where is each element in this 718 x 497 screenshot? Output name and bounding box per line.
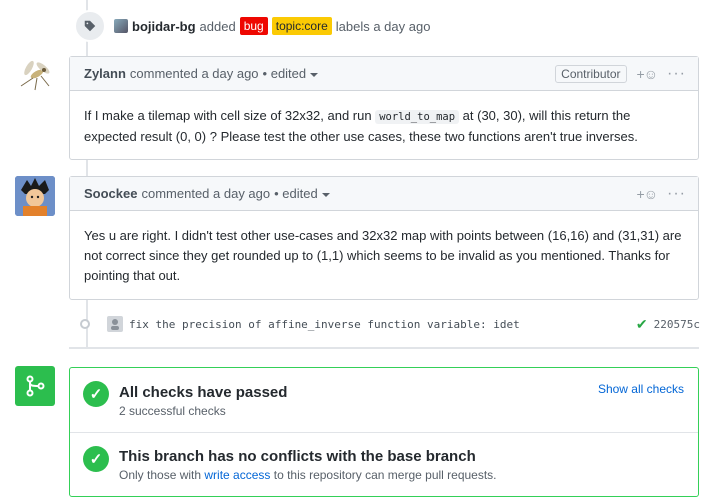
caret-down-icon — [310, 72, 319, 77]
commit-message-link[interactable]: fix the precision of affine_inverse func… — [129, 318, 520, 331]
comment-header: Soockee commented a day ago • edited +☺ … — [70, 177, 698, 211]
comment-zylann: Zylann commented a day ago • edited Cont… — [69, 56, 699, 160]
edited-dropdown[interactable]: • edited — [263, 66, 319, 81]
check-circle-icon: ✓ — [83, 446, 109, 472]
merge-status-box: ✓ All checks have passed 2 successful ch… — [69, 367, 699, 497]
edited-dropdown[interactable]: • edited — [274, 186, 330, 201]
more-options-icon[interactable]: ··· — [667, 185, 686, 203]
checks-subtitle: 2 successful checks — [119, 404, 226, 418]
conflicts-section: ✓ This branch has no conflicts with the … — [70, 433, 698, 493]
label-topic-core[interactable]: topic:core — [271, 17, 332, 35]
check-circle-icon: ✓ — [83, 381, 109, 407]
label-bug[interactable]: bug — [239, 17, 268, 35]
tag-icon — [74, 10, 106, 42]
event-user-link[interactable]: bojidar-bg — [132, 19, 196, 34]
add-reaction-icon[interactable]: +☺ — [637, 186, 659, 202]
conflicts-subtitle: Only those with write access to this rep… — [119, 468, 497, 482]
contributor-badge: Contributor — [555, 64, 627, 83]
avatar[interactable] — [15, 176, 55, 216]
check-icon[interactable]: ✔ — [636, 316, 648, 333]
commit-node-icon — [80, 319, 90, 329]
write-access-link[interactable]: write access — [204, 468, 270, 482]
comment-author[interactable]: Zylann — [84, 66, 126, 81]
show-all-checks-link[interactable]: Show all checks — [598, 382, 684, 396]
comment-header: Zylann commented a day ago • edited Cont… — [70, 57, 698, 91]
more-options-icon[interactable]: ··· — [667, 65, 686, 83]
comment-body: If I make a tilemap with cell size of 32… — [84, 108, 638, 144]
divider — [69, 347, 699, 349]
label-event: bojidar-bg added bug topic:core labels a… — [74, 10, 431, 42]
event-time: labels a day ago — [335, 18, 431, 34]
checks-title: All checks have passed — [119, 384, 288, 401]
git-merge-icon — [15, 366, 55, 406]
commit-row: fix the precision of affine_inverse func… — [80, 313, 700, 335]
inline-code: world_to_map — [375, 110, 460, 124]
event-action: added — [199, 18, 236, 34]
conflicts-title: This branch has no conflicts with the ba… — [119, 448, 476, 465]
avatar[interactable] — [15, 56, 55, 96]
avatar[interactable] — [114, 19, 128, 33]
comment-time[interactable]: commented a day ago — [130, 66, 259, 81]
comment-soockee: Soockee commented a day ago • edited +☺ … — [69, 176, 699, 300]
commit-sha-link[interactable]: 220575c — [654, 318, 700, 331]
avatar[interactable] — [107, 316, 123, 332]
checks-section: ✓ All checks have passed 2 successful ch… — [70, 368, 698, 430]
comment-time[interactable]: commented a day ago — [141, 186, 270, 201]
comment-author[interactable]: Soockee — [84, 186, 137, 201]
add-reaction-icon[interactable]: +☺ — [637, 66, 659, 82]
caret-down-icon — [321, 192, 330, 197]
comment-body: Yes u are right. I didn't test other use… — [84, 228, 682, 283]
